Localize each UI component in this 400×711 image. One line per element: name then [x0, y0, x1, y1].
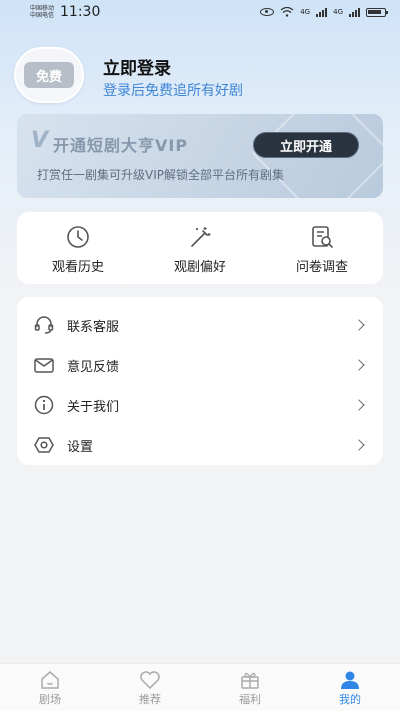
status-time: 11:30: [60, 4, 101, 20]
status-bar: 中国移动 中国电信 11:30 4G 4G: [0, 0, 400, 24]
home-icon: [41, 671, 59, 689]
bottom-nav: 剧场 推荐 福利 我的: [0, 663, 400, 711]
menu-label: 意见反馈: [67, 359, 120, 375]
chevron-right-icon: [353, 439, 365, 451]
carrier-info: 中国移动 中国电信: [30, 5, 54, 19]
carrier-1: 中国移动: [30, 5, 55, 12]
nav-item-theater[interactable]: 剧场: [0, 664, 100, 711]
magic-wand-icon: [191, 227, 211, 247]
gift-icon: [241, 672, 259, 689]
headset-icon: [34, 316, 54, 334]
menu-item-feedback[interactable]: 意见反馈: [17, 345, 383, 385]
vip-logo-icon: V: [31, 128, 49, 153]
wifi-icon: [280, 7, 294, 17]
eye-icon: [260, 8, 275, 16]
menu-item-settings[interactable]: 设置: [17, 425, 383, 465]
nav-label: 我的: [339, 693, 361, 706]
menu-card: 联系客服 意见反馈 关于我们 设置: [17, 297, 383, 465]
status-icons: 4G 4G: [260, 7, 388, 17]
user-icon: [341, 671, 359, 689]
menu-item-customer-service[interactable]: 联系客服: [17, 305, 383, 345]
shortcut-card: 观看历史 观剧偏好 问卷调查: [17, 212, 383, 284]
vip-open-button[interactable]: 立即开通: [253, 132, 359, 158]
nav-item-welfare[interactable]: 福利: [200, 664, 300, 711]
login-subtitle[interactable]: 登录后免费追所有好剧: [103, 80, 243, 100]
heart-icon: [140, 671, 160, 690]
shortcut-label: 观看历史: [51, 260, 104, 275]
nav-label: 推荐: [139, 693, 161, 706]
nav-label: 剧场: [39, 693, 61, 706]
nav-item-recommend[interactable]: 推荐: [100, 664, 200, 711]
signal-icon-2: [349, 7, 360, 17]
network-type-1: 4G: [300, 8, 311, 16]
settings-icon: [34, 437, 54, 453]
avatar[interactable]: 免费: [14, 47, 84, 103]
login-title[interactable]: 立即登录: [103, 54, 171, 79]
shortcut-label: 观剧偏好: [173, 260, 226, 275]
info-icon: [34, 395, 54, 415]
shortcut-preference[interactable]: 观剧偏好: [139, 212, 261, 284]
nav-item-mine[interactable]: 我的: [300, 664, 400, 711]
shortcut-survey[interactable]: 问卷调查: [261, 212, 383, 284]
survey-icon: [312, 226, 333, 248]
shortcut-history[interactable]: 观看历史: [17, 212, 139, 284]
menu-label: 联系客服: [67, 319, 120, 335]
network-type-2: 4G: [333, 8, 343, 16]
clock-icon: [67, 226, 89, 248]
nav-label: 福利: [239, 693, 261, 706]
shortcut-label: 问卷调查: [295, 260, 348, 275]
menu-item-about[interactable]: 关于我们: [17, 385, 383, 425]
signal-icon: [316, 7, 328, 17]
mail-icon: [34, 358, 54, 373]
battery-icon: [366, 7, 388, 17]
avatar-badge: 免费: [24, 62, 74, 88]
menu-label: 关于我们: [67, 399, 120, 415]
vip-title: 开通短剧大亨VIP: [53, 136, 189, 155]
carrier-2: 中国电信: [30, 12, 55, 19]
vip-description: 打赏任一剧集可升级VIP解锁全部平台所有剧集: [37, 168, 284, 182]
chevron-right-icon: [353, 399, 365, 411]
chevron-right-icon: [353, 359, 365, 371]
menu-label: 设置: [67, 439, 94, 455]
chevron-right-icon: [353, 319, 365, 331]
vip-card[interactable]: V 开通短剧大亨VIP 立即开通 打赏任一剧集可升级VIP解锁全部平台所有剧集: [17, 114, 383, 198]
